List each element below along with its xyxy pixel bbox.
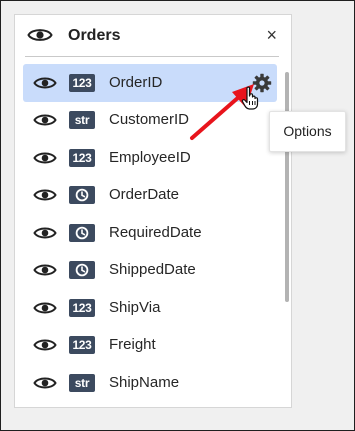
hand-cursor-icon [241,86,259,110]
field-row-orderid[interactable]: 123 OrderID [23,64,277,102]
panel-header: Orders × [15,15,291,57]
field-row-orderdate[interactable]: OrderDate [23,177,277,215]
clock-icon [69,261,95,280]
eye-icon[interactable] [33,187,57,203]
string-type-badge: str [69,111,95,130]
clock-icon [69,223,95,242]
field-label: EmployeeID [109,148,191,166]
field-label: CustomerID [109,111,190,129]
eye-icon[interactable] [33,75,57,91]
field-row-customerid[interactable]: str CustomerID [23,102,277,140]
scrollbar[interactable] [285,72,289,302]
field-row-shipname[interactable]: str ShipName [23,364,277,402]
field-label: ShippedDate [109,261,196,279]
field-row-freight[interactable]: 123 Freight [23,327,277,365]
field-label: OrderDate [109,186,180,204]
number-type-badge: 123 [69,73,95,92]
field-label: RequiredDate [109,223,202,241]
field-list: 123 OrderID str CustomerID 123 EmployeeID Orde… [23,64,277,402]
clock-icon [69,186,95,205]
number-type-badge: 123 [69,148,95,167]
header-divider [25,56,279,57]
eye-icon[interactable] [33,262,57,278]
field-label: ShipVia [109,298,161,316]
eye-icon[interactable] [33,337,57,353]
field-row-employeeid[interactable]: 123 EmployeeID [23,139,277,177]
panel-title: Orders [68,27,121,44]
options-tooltip: Options [269,111,346,152]
field-row-shipvia[interactable]: 123 ShipVia [23,289,277,327]
eye-icon[interactable] [33,300,57,316]
close-button[interactable]: × [266,25,277,45]
eye-icon[interactable] [33,225,57,241]
field-list-panel: Orders × 123 OrderID str CustomerID 123 Emplo… [14,14,292,408]
eye-icon[interactable] [33,112,57,128]
eye-icon[interactable] [27,26,53,44]
field-row-requireddate[interactable]: RequiredDate [23,214,277,252]
number-type-badge: 123 [69,336,95,355]
field-row-shippeddate[interactable]: ShippedDate [23,252,277,290]
field-label: ShipName [109,373,180,391]
number-type-badge: 123 [69,298,95,317]
eye-icon[interactable] [33,150,57,166]
eye-icon[interactable] [33,375,57,391]
field-label: Freight [109,336,156,354]
field-label: OrderID [109,73,163,91]
string-type-badge: str [69,373,95,392]
